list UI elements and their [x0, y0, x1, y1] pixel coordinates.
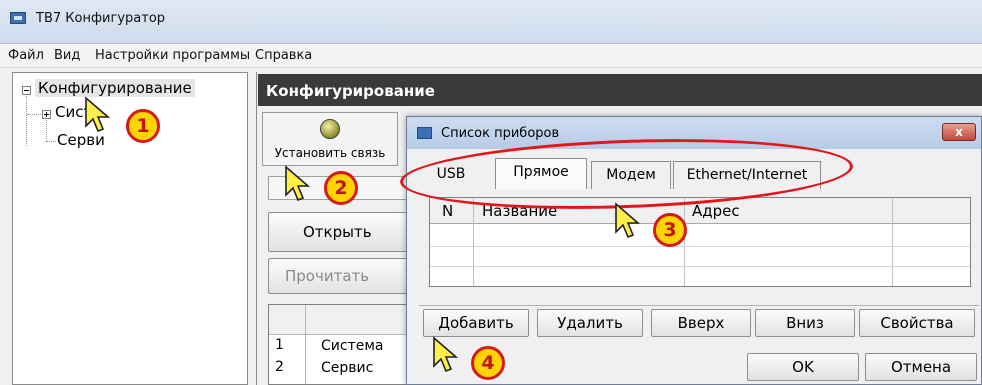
delete-button[interactable]: Удалить — [537, 309, 643, 337]
menu-settings[interactable]: Настройки программы — [95, 48, 250, 63]
cursor-icon — [433, 336, 459, 373]
screenshot: ТВ7 Конфигуратор Файл Вид Настройки прог… — [0, 0, 982, 385]
tree-line — [46, 120, 47, 141]
cancel-button[interactable]: Отмена — [865, 353, 977, 381]
connect-icon — [320, 119, 340, 139]
tree-line — [27, 114, 41, 115]
step-marker-3: 3 — [653, 213, 687, 247]
config-list-header — [269, 305, 417, 335]
device-table: N Название Адрес — [429, 197, 971, 287]
open-button[interactable]: Открыть — [268, 212, 418, 252]
menu-help[interactable]: Справка — [255, 48, 312, 63]
panel-header: Конфигурирование — [258, 74, 982, 106]
up-button[interactable]: Вверх — [651, 309, 751, 337]
read-label: Прочитать — [285, 267, 370, 285]
column-separator — [684, 198, 685, 286]
column-n[interactable]: N — [442, 202, 453, 220]
cursor-icon — [285, 165, 311, 202]
step-marker-4: 4 — [471, 346, 505, 380]
config-row-name[interactable]: Сервис — [321, 360, 373, 376]
config-row-number: 2 — [275, 359, 284, 375]
table-row — [430, 266, 970, 267]
dialog-icon — [417, 127, 432, 139]
connect-label: Установить связь — [274, 146, 386, 160]
window-title: ТВ7 Конфигуратор — [36, 11, 166, 26]
cursor-icon — [615, 202, 641, 239]
config-list: 1 Система 2 Сервис — [268, 304, 418, 385]
tree-line — [46, 141, 56, 142]
cursor-icon — [85, 96, 111, 133]
menu-view[interactable]: Вид — [54, 48, 80, 63]
column-separator — [305, 305, 306, 384]
add-button[interactable]: Добавить — [423, 309, 529, 337]
step-marker-1: 1 — [126, 109, 160, 143]
read-button[interactable]: Прочитать — [268, 258, 418, 294]
menu-file[interactable]: Файл — [8, 48, 44, 63]
down-button[interactable]: Вниз — [755, 309, 855, 337]
tree-root-config[interactable]: Конфигурирование — [35, 79, 195, 97]
column-separator — [892, 198, 893, 286]
connect-button[interactable]: Установить связь — [262, 112, 398, 166]
table-row — [430, 246, 970, 247]
config-row-number: 1 — [275, 337, 284, 353]
menu-bar: Файл Вид Настройки программы Справка — [0, 44, 982, 68]
tree-line — [26, 96, 27, 146]
expand-icon[interactable] — [42, 110, 51, 119]
ok-button[interactable]: OK — [747, 353, 859, 381]
config-row-name[interactable]: Система — [321, 338, 383, 354]
window-titlebar: ТВ7 Конфигуратор — [0, 0, 982, 44]
close-icon[interactable]: x — [942, 123, 976, 141]
collapse-icon[interactable] — [22, 86, 31, 95]
column-address[interactable]: Адрес — [692, 202, 740, 220]
dialog-title: Список приборов — [441, 126, 560, 141]
app-icon — [10, 12, 26, 24]
properties-button[interactable]: Свойства — [859, 309, 975, 337]
column-separator — [473, 198, 474, 286]
open-label: Открыть — [303, 223, 372, 241]
step-marker-2: 2 — [324, 171, 358, 205]
